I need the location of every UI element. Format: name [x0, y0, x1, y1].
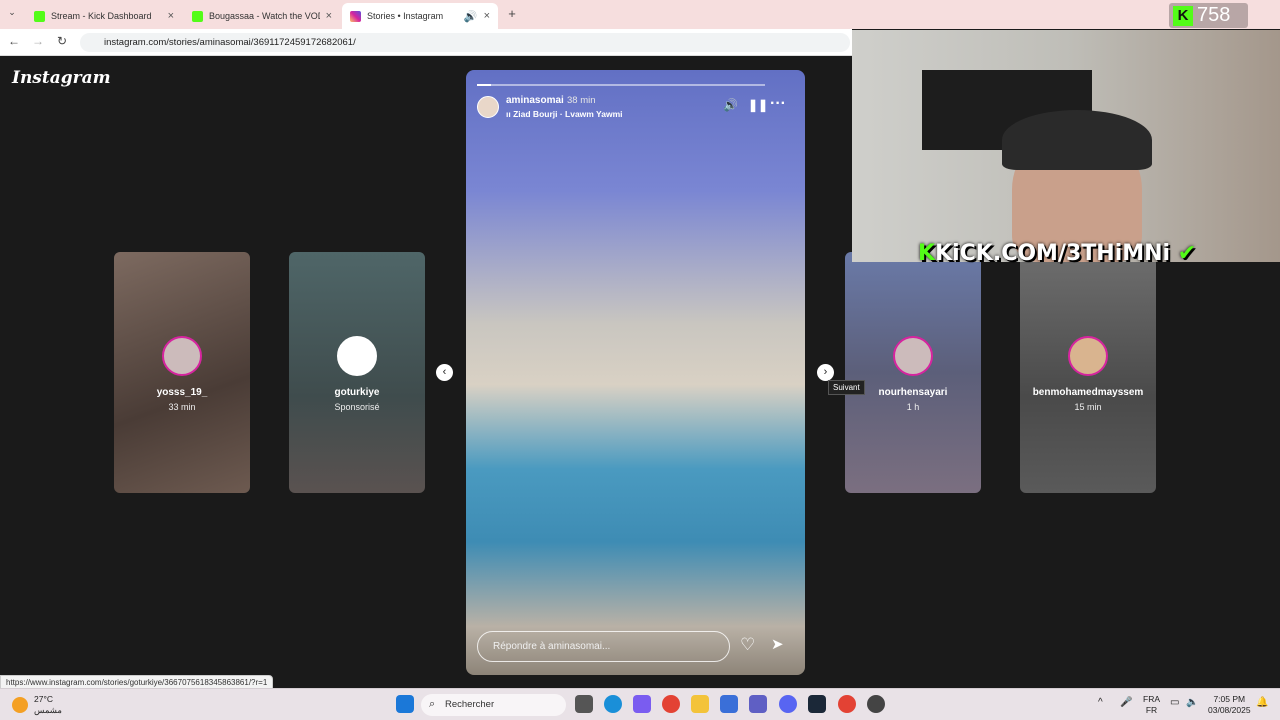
language-code: FRA: [1143, 694, 1160, 704]
story-progress-fill: [477, 84, 492, 86]
next-tooltip: Suivant: [828, 380, 865, 395]
tab-title: Stories • Instagram: [367, 11, 444, 21]
chrome-active-icon[interactable]: [838, 695, 856, 713]
story-time: 1 h: [906, 402, 920, 412]
kick-logo-icon: K: [1173, 5, 1193, 26]
chrome-icon[interactable]: [662, 695, 680, 713]
close-icon[interactable]: ×: [484, 10, 490, 22]
tab-title: Stream - Kick Dashboard: [51, 11, 152, 21]
tab-kick-vod[interactable]: Bougassaa - Watch the VOD on ×: [184, 3, 340, 29]
pause-icon[interactable]: ❚❚: [748, 98, 768, 112]
weather-condition: مشمس: [34, 705, 62, 715]
store-icon[interactable]: [720, 695, 738, 713]
kick-url-text: KiCK.COM/3THiMNi: [935, 241, 1171, 266]
new-tab-button[interactable]: +: [504, 6, 520, 21]
clock[interactable]: 7:05 PM 03/08/2025: [1208, 694, 1251, 716]
story-card-goturkiye[interactable]: goturkiye Sponsorisé: [289, 252, 425, 493]
speaker-icon[interactable]: 🔊: [464, 10, 478, 23]
language-indicator[interactable]: FRA FR: [1143, 694, 1160, 716]
notification-icon[interactable]: 🔔: [1256, 697, 1268, 708]
story-time: 15 min: [1074, 402, 1102, 412]
search-label: Rechercher: [445, 699, 495, 710]
reply-input[interactable]: Répondre à aminasomai...: [477, 631, 730, 662]
story-music-label: Ziad Bourji · Lvawm Yawmi: [513, 109, 623, 119]
instagram-favicon-icon: [350, 10, 361, 22]
kick-url-overlay: KKiCK.COM/3THiMNi ✔: [918, 241, 1196, 266]
clock-date: 03/08/2025: [1208, 705, 1251, 715]
browser-tab-bar: ⌄ Stream - Kick Dashboard × Bougassaa - …: [0, 0, 1280, 29]
volume-icon[interactable]: 🔈: [1186, 697, 1198, 708]
back-button[interactable]: ←: [6, 34, 22, 48]
mute-icon[interactable]: 🔊: [723, 98, 738, 112]
avatar: [1068, 336, 1108, 376]
story-username[interactable]: aminasomai: [506, 95, 564, 106]
story-music[interactable]: ıı Ziad Bourji · Lvawm Yawmi: [506, 109, 623, 119]
story-card-yosss[interactable]: yosss_19_ 33 min: [114, 252, 250, 493]
clock-time: 7:05 PM: [1213, 694, 1246, 704]
verified-check-icon: ✔: [1170, 241, 1197, 266]
url-text: instagram.com/stories/aminasomai/3691172…: [104, 37, 356, 48]
story-username: goturkiye: [334, 387, 380, 398]
story-card-benmohamedmayssem[interactable]: benmohamedmayssem 15 min: [1020, 252, 1156, 493]
forward-button[interactable]: →: [30, 34, 46, 48]
weather-temp: 27°C: [34, 694, 53, 704]
kick-favicon-icon: [192, 10, 203, 22]
headphones: [1002, 110, 1152, 170]
story-progress-bar: [477, 84, 765, 86]
app-icon[interactable]: [867, 695, 885, 713]
edge-icon[interactable]: [604, 695, 622, 713]
instagram-logo[interactable]: Instagram: [12, 68, 111, 88]
weather-widget[interactable]: 27°C مشمس: [12, 694, 62, 716]
avatar: [893, 336, 933, 376]
previous-story-button[interactable]: ‹: [436, 364, 453, 381]
story-username: yosss_19_: [156, 387, 208, 398]
kick-logo-icon: K: [918, 241, 936, 266]
keyboard-code: FR: [1145, 705, 1158, 715]
avatar: [337, 336, 377, 376]
tab-instagram-stories[interactable]: Stories • Instagram 🔊 ×: [342, 3, 498, 29]
more-options-icon[interactable]: ···: [770, 95, 786, 113]
discord-icon[interactable]: [779, 695, 797, 713]
story-username: nourhensayari: [878, 387, 948, 398]
avatar: [162, 336, 202, 376]
windows-start-icon[interactable]: [396, 695, 414, 713]
story-card-nourhensayari[interactable]: nourhensayari 1 h: [845, 252, 981, 493]
windows-taskbar: 27°C مشمس ⌕ Rechercher ^ 🎤 FRA FR ▭ 🔈 7:…: [0, 688, 1280, 720]
story-username: benmohamedmayssem: [1032, 387, 1144, 398]
reload-button[interactable]: ↻: [54, 34, 70, 48]
task-view-icon[interactable]: [575, 695, 593, 713]
next-story-button[interactable]: ›: [817, 364, 834, 381]
search-icon: ⌕: [429, 698, 436, 710]
heart-icon[interactable]: ♡: [740, 635, 755, 655]
avatar[interactable]: [477, 96, 499, 118]
taskbar-search[interactable]: ⌕ Rechercher: [421, 694, 566, 716]
microphone-icon[interactable]: 🎤: [1120, 697, 1132, 708]
story-sponsored-label: Sponsorisé: [334, 402, 380, 412]
close-icon[interactable]: ×: [168, 10, 174, 22]
close-icon[interactable]: ×: [326, 10, 332, 22]
story-time: 33 min: [168, 402, 196, 412]
file-explorer-icon[interactable]: [691, 695, 709, 713]
webcam-overlay: [852, 30, 1280, 262]
chevron-up-icon[interactable]: ^: [1098, 697, 1103, 708]
address-bar: ← → ↻ instagram.com/stories/aminasomai/3…: [0, 29, 852, 56]
url-field[interactable]: instagram.com/stories/aminasomai/3691172…: [80, 33, 850, 52]
tab-title: Bougassaa - Watch the VOD on: [209, 11, 320, 21]
sun-icon: [12, 697, 28, 713]
viewer-count-value: 758: [1197, 4, 1231, 26]
steam-icon[interactable]: [808, 695, 826, 713]
active-story[interactable]: aminasomai 38 min ıı Ziad Bourji · Lvawm…: [466, 70, 805, 675]
teams-icon[interactable]: [749, 695, 767, 713]
copilot-icon[interactable]: [633, 695, 651, 713]
tab-search-chevron-icon[interactable]: ⌄: [4, 7, 20, 18]
kick-favicon-icon: [34, 10, 45, 22]
reply-placeholder: Répondre à aminasomai...: [493, 641, 611, 652]
network-icon[interactable]: ▭: [1170, 697, 1179, 708]
story-time: 38 min: [567, 95, 596, 106]
send-icon[interactable]: ➤: [771, 635, 784, 653]
tab-kick-dashboard[interactable]: Stream - Kick Dashboard ×: [26, 3, 182, 29]
viewer-count: K 758: [1169, 3, 1248, 28]
